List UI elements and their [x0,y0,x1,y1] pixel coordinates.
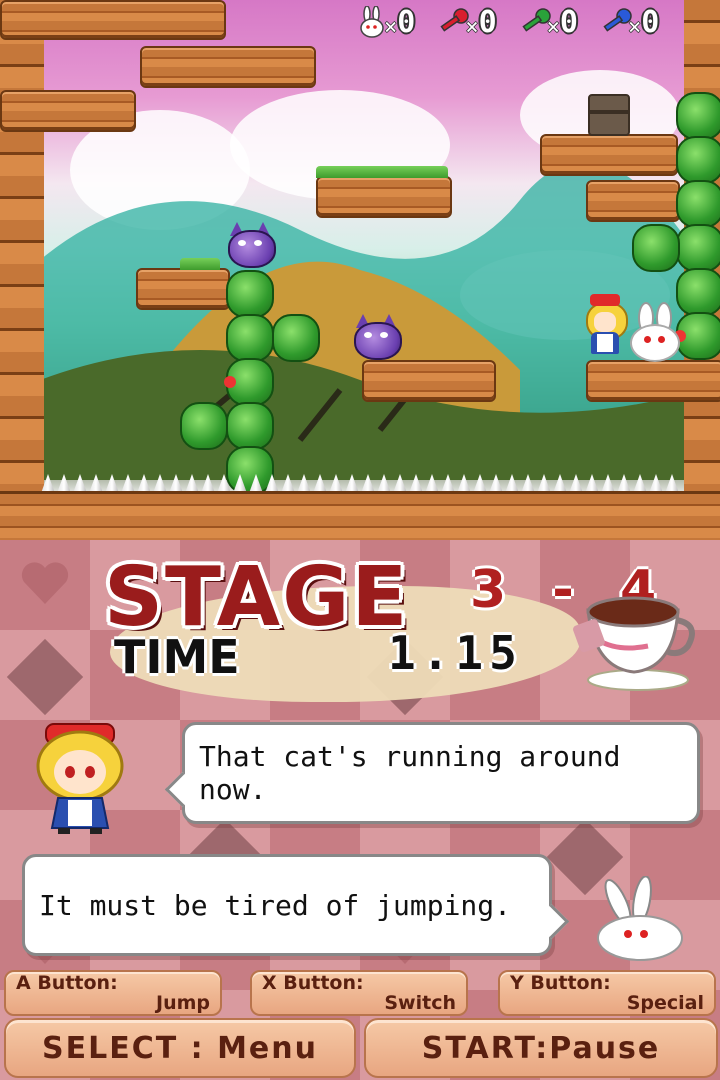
a-button-hint[interactable]: A Button: Jump [4,970,222,1016]
cactus [272,314,320,362]
start-pause-button[interactable]: START:Pause [364,1018,718,1078]
white-rabbit [628,302,680,362]
rabbit-counter: × 0 [356,4,415,40]
platform [136,268,230,310]
multiplier: × [627,15,642,40]
touch-screen: STAGE 3 - 4 TIME 1.15 That cat's running… [0,540,720,1080]
dialogue-line-2: It must be tired of jumping. [39,888,512,922]
cactus [632,224,680,272]
rabbit-count: 0 [397,5,416,40]
cactus [674,312,720,360]
cactus [676,180,720,228]
platform [0,90,136,132]
dialogue-bubble-rabbit: It must be tired of jumping. [22,854,552,956]
platform [140,46,316,88]
cactus [676,268,720,316]
left-wall [0,0,44,500]
teacup-icon [573,596,695,691]
cactus [676,92,720,140]
cactus [676,224,720,272]
green-key-count: 0 [559,5,578,40]
x-button-action: Switch [384,992,456,1014]
cactus [226,314,274,362]
game-field: × 0 × 0 × 0 × 0 [0,0,720,540]
green-key-counter: × 0 [519,4,578,40]
rabbit-portrait [597,876,683,961]
cactus [180,402,228,450]
purple-cat-enemy [350,312,402,360]
cactus [226,402,274,450]
y-button-action: Special [626,992,704,1014]
alice-portrait [36,723,124,834]
cactus [224,358,274,406]
x-button-hint[interactable]: X Button: Switch [250,970,468,1016]
platform [586,360,720,402]
a-button-action: Jump [156,992,210,1014]
hud-counters: × 0 × 0 × 0 × 0 [356,4,659,40]
diamond-icon [6,638,84,716]
red-key-count: 0 [478,5,497,40]
cactus [226,270,274,318]
platform [540,134,678,176]
y-button-key: Y Button: [510,972,611,994]
a-button-key: A Button: [16,972,118,994]
platform [0,0,226,40]
purple-cat-enemy [224,220,276,268]
multiplier: × [384,15,398,40]
heart-icon [21,562,69,604]
game-screen: × 0 × 0 × 0 × 0 STAGE 3 - 4 TIME 1.15 Th… [0,0,720,1080]
multiplier: × [546,15,560,40]
platform [316,176,452,218]
dialogue-line-1: That cat's running around now. [199,740,621,806]
grass [316,166,448,178]
blue-key-counter: × 0 [600,4,659,40]
platform [362,360,496,402]
ground [0,491,720,540]
x-button-key: X Button: [262,972,364,994]
platform [586,180,680,222]
red-key-counter: × 0 [437,4,497,40]
time-label: TIME [114,630,240,684]
blue-key-count: 0 [641,5,660,40]
cactus [676,136,720,184]
y-button-hint[interactable]: Y Button: Special [498,970,716,1016]
chest-icon [588,94,630,136]
player-character [582,294,628,356]
select-menu-button[interactable]: SELECT : Menu [4,1018,356,1078]
dialogue-bubble-alice: That cat's running around now. [182,722,700,824]
time-value: 1.15 [388,626,523,680]
multiplier: × [465,15,479,40]
grass [180,258,220,270]
